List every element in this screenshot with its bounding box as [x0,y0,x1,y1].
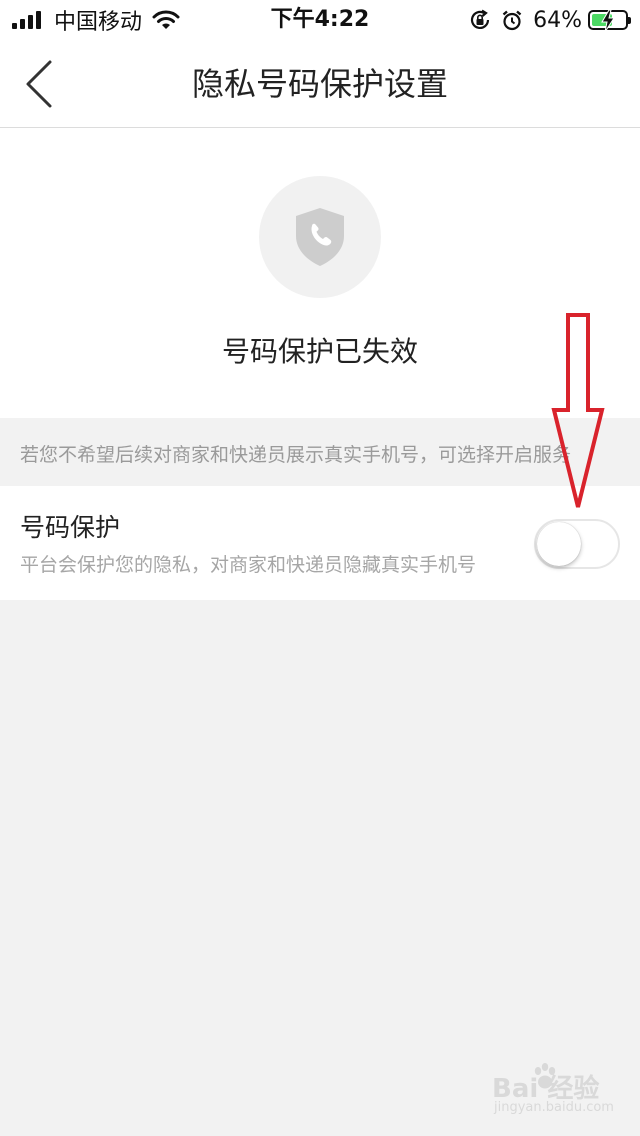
number-protection-toggle[interactable] [534,519,620,569]
page-title: 隐私号码保护设置 [191,65,448,103]
paw-icon [534,1063,556,1089]
nav-bar: 隐私号码保护设置 [0,40,640,128]
setting-title: 号码保护 [20,513,121,542]
protection-status-section: 号码保护已失效 [0,128,640,418]
number-protection-setting: 号码保护 平台会保护您的隐私，对商家和快递员隐藏真实手机号 [0,486,640,600]
hint-text: 若您不希望后续对商家和快递员展示真实手机号，可选择开启服务 [20,444,572,466]
alarm-icon [502,10,522,31]
setting-description: 平台会保护您的隐私，对商家和快递员隐藏真实手机号 [20,554,477,576]
battery-charging-icon [588,10,631,32]
battery-percent: 64% [533,7,582,33]
shield-phone-icon [296,208,344,266]
hint-bar: 若您不希望后续对商家和快递员展示真实手机号，可选择开启服务 [0,418,640,486]
watermark-url: jingyan.baidu.com [494,1100,614,1115]
protection-status-text: 号码保护已失效 [221,335,418,368]
shield-badge [259,176,381,298]
toggle-knob [537,522,581,566]
status-bar-right: 64% [459,6,631,34]
status-bar: 中国移动 下午4:22 64% [0,0,640,40]
baidu-jingyan-watermark: Bai 经验 jingyan.baidu.com [488,1060,618,1120]
rotation-lock-icon [471,9,490,29]
